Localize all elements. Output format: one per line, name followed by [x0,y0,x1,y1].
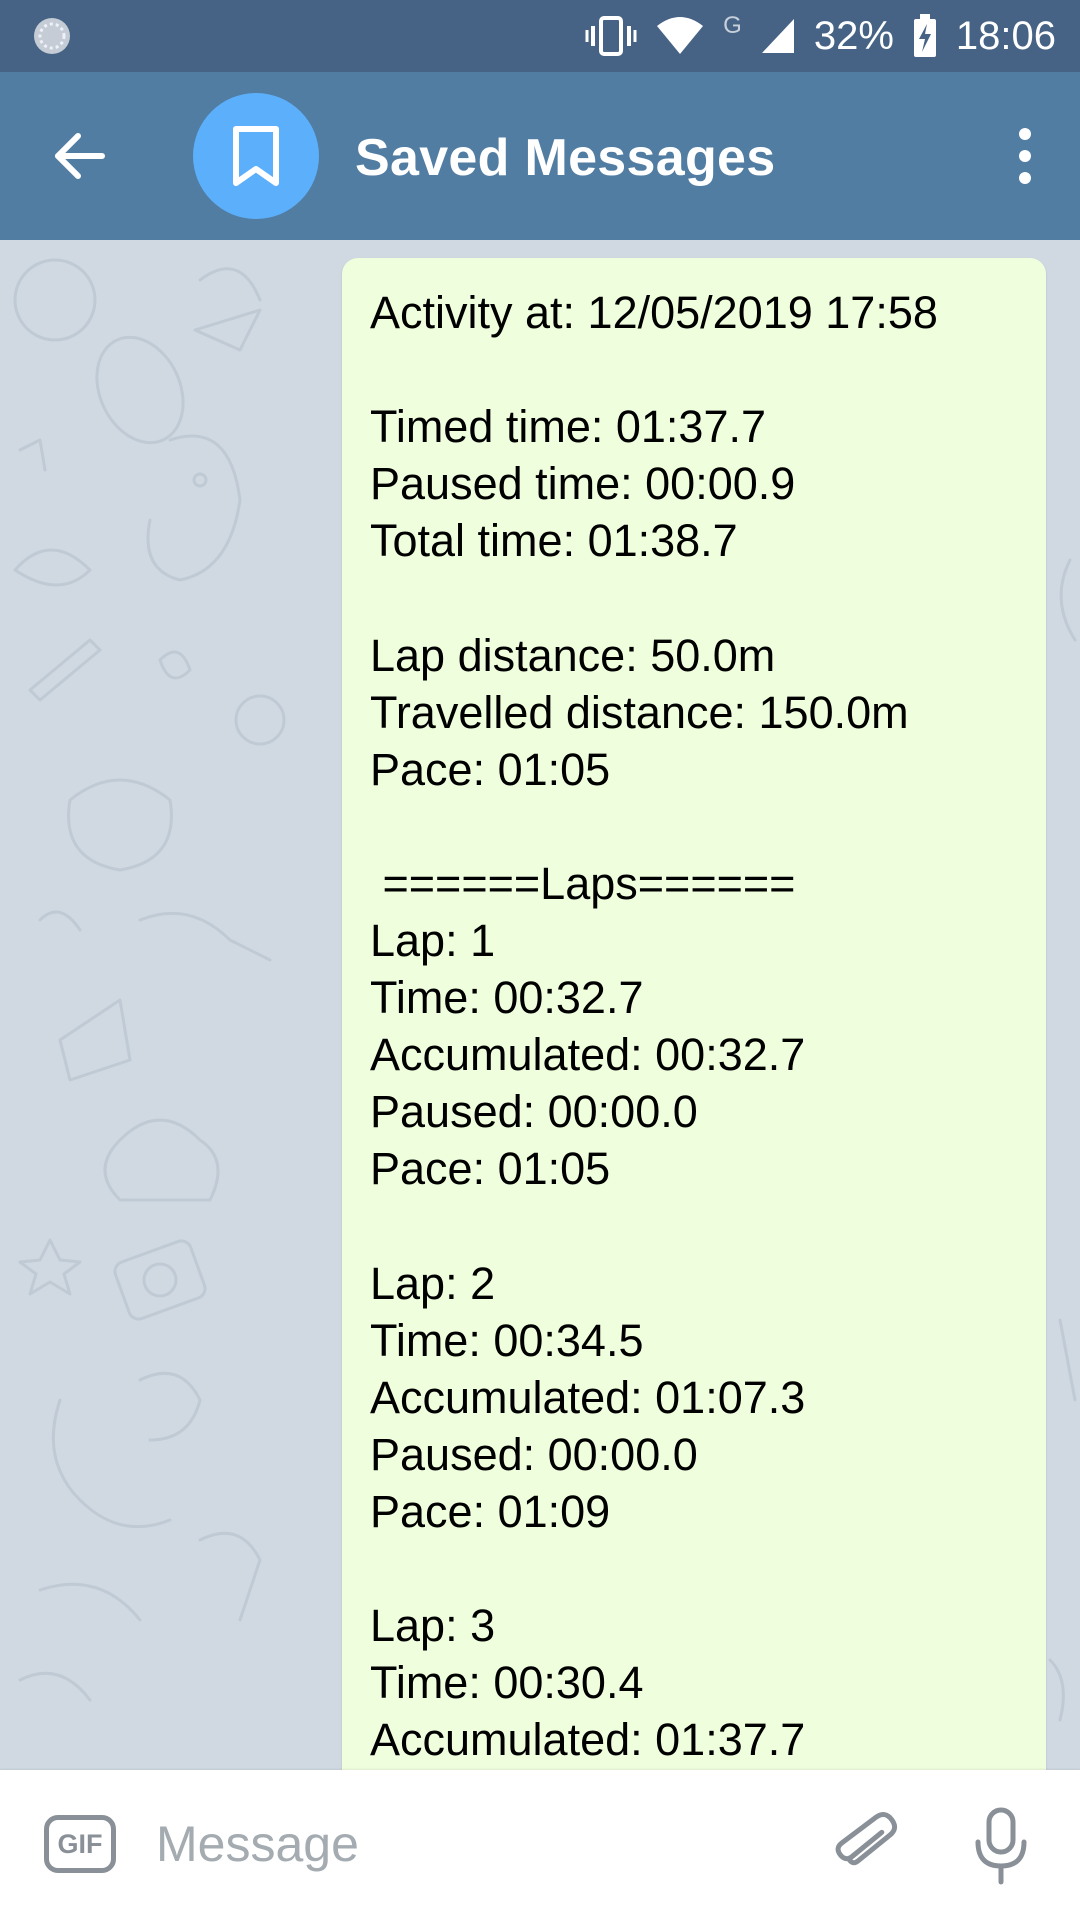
message-line: Travelled distance: 150.0m [370,686,909,738]
message-line: Total time: 01:38.7 [370,515,738,567]
battery-charging-icon [912,14,938,58]
bookmark-icon [233,126,279,186]
message-line: Time: 00:32.7 [370,972,644,1024]
arrow-left-icon [55,133,105,179]
message-line: Pace: 01:05 [370,743,611,795]
signal-icon [760,17,796,55]
status-bar: G 32% 18:06 [0,0,1080,72]
message-line: Lap: 3 [370,1600,496,1652]
message-line: Lap distance: 50.0m [370,629,776,681]
message-line: Lap: 1 [370,915,496,967]
message-line: Time: 00:30.4 [370,1657,644,1709]
message-line: Paused: 00:00.0 [370,1428,698,1480]
chat-area[interactable]: Activity at: 12/05/2019 17:58 Timed time… [0,240,1080,1770]
network-type-label: G [723,12,742,39]
chat-title[interactable]: Saved Messages [355,128,775,188]
vibrate-icon [585,14,637,58]
app-bar: Saved Messages [0,72,1080,240]
microphone-icon [975,1807,1027,1885]
avatar[interactable] [193,93,319,219]
message-line: Pace: 01:09 [370,1485,611,1537]
wifi-icon [655,16,705,56]
message-bubble[interactable]: Activity at: 12/05/2019 17:58 Timed time… [342,258,1046,1770]
message-line: Paused: 00:00.0 [370,1086,698,1138]
sync-icon [30,14,74,58]
message-line: Paused time: 00:00.9 [370,458,796,510]
attach-button[interactable] [828,1808,900,1880]
status-right: G 32% 18:06 [585,0,1056,72]
message-line: ======Laps====== [370,857,796,909]
message-text: Activity at: 12/05/2019 17:58 Timed time… [370,284,938,1768]
message-input-bar: GIF [0,1770,1080,1920]
back-button[interactable] [50,126,110,186]
paperclip-icon [835,1812,898,1866]
message-line: Lap: 2 [370,1257,496,1309]
gif-button[interactable]: GIF [44,1815,116,1873]
message-line: Pace: 01:05 [370,1143,611,1195]
microphone-button[interactable] [966,1806,1036,1886]
more-options-button[interactable] [1010,124,1040,188]
message-line: Accumulated: 01:07.3 [370,1371,806,1423]
message-line: Time: 00:34.5 [370,1314,644,1366]
message-line: Activity at: 12/05/2019 17:58 [370,287,938,338]
message-input[interactable] [156,1808,796,1880]
message-line: Timed time: 01:37.7 [370,401,767,453]
clock: 18:06 [955,13,1056,58]
message-line: Accumulated: 01:37.7 [370,1714,806,1766]
more-vertical-icon [1019,128,1031,184]
message-line: Accumulated: 00:32.7 [370,1029,806,1081]
battery-percent: 32% [813,13,894,58]
